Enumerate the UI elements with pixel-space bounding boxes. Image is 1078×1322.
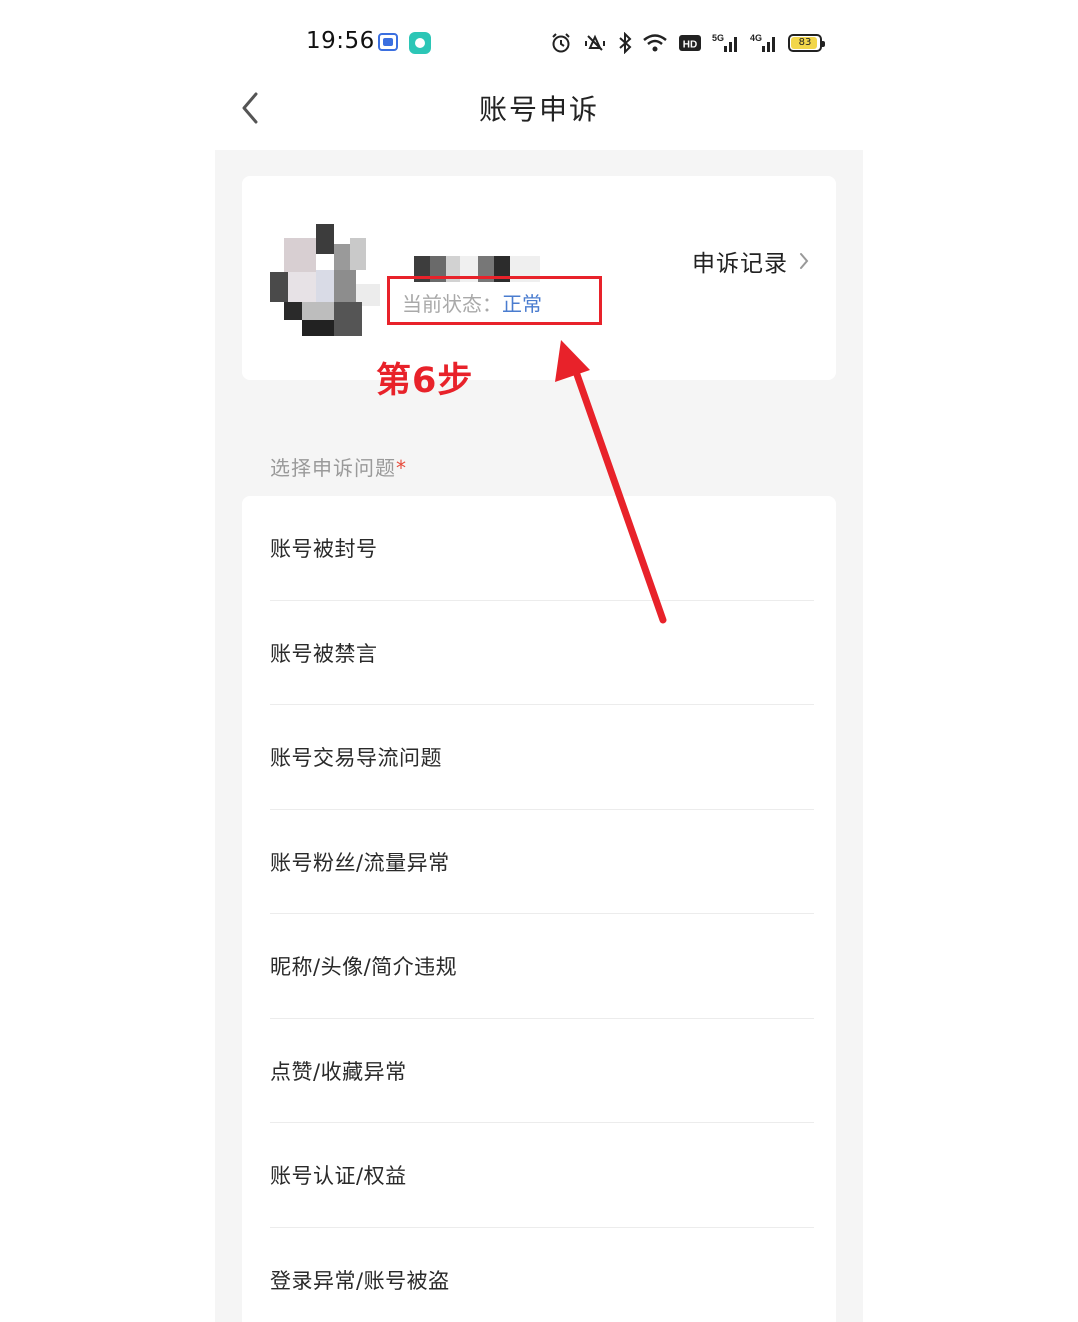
issue-option-trade-diversion[interactable]: 账号交易导流问题 <box>242 705 836 810</box>
section-label-text: 选择申诉问题 <box>270 456 396 480</box>
issue-list: 账号被封号 账号被禁言 账号交易导流问题 账号粉丝/流量异常 昵称/头像/简介违… <box>242 496 836 1322</box>
status-icons: HD 5G 4G 83 <box>550 30 825 56</box>
section-label: 选择申诉问题* <box>270 452 407 481</box>
hd-icon: HD <box>679 35 701 51</box>
wifi-icon <box>643 34 667 52</box>
signal-label-4g: 4G <box>750 33 762 43</box>
issue-label: 账号粉丝/流量异常 <box>270 850 450 875</box>
appeal-records-label: 申诉记录 <box>692 251 788 277</box>
issue-option-traffic-abnormal[interactable]: 账号粉丝/流量异常 <box>242 810 836 915</box>
appeal-records-link[interactable]: 申诉记录 <box>692 244 810 278</box>
avatar[interactable] <box>270 224 382 336</box>
issue-label: 登录异常/账号被盗 <box>270 1268 450 1293</box>
vibrate-icon <box>585 34 605 51</box>
content-panel: 当前状态：正常 申诉记录 选择申诉问题* 账号被封号 账号被禁言 账号交易导流问… <box>215 150 863 1322</box>
issue-label: 账号被封号 <box>270 537 378 562</box>
issue-label: 账号认证/权益 <box>270 1164 407 1189</box>
chevron-right-icon <box>800 253 809 269</box>
app-icon <box>378 33 398 51</box>
issue-label: 昵称/头像/简介违规 <box>270 955 458 980</box>
alarm-icon <box>552 33 570 53</box>
status-bar: 19:56 HD 5G 4G 83 <box>0 0 1078 86</box>
annotation-highlight-box <box>387 276 602 325</box>
issue-option-verification[interactable]: 账号认证/权益 <box>242 1123 836 1228</box>
battery-icon: 83 <box>788 34 825 52</box>
required-mark: * <box>396 456 407 480</box>
4g-signal-icon: 4G <box>750 33 775 52</box>
issue-option-login-stolen[interactable]: 登录异常/账号被盗 <box>242 1228 836 1322</box>
issue-label: 账号被禁言 <box>270 641 378 666</box>
issue-option-banned[interactable]: 账号被封号 <box>242 496 836 601</box>
status-time: 19:56 <box>306 28 375 54</box>
page-title: 账号申诉 <box>478 93 599 126</box>
annotation-step-label: 第6步 <box>376 361 474 401</box>
app-icon <box>409 32 431 54</box>
screen: 19:56 HD 5G 4G 83 账号申诉 当前状态：正常 申诉记录 选择申诉… <box>0 0 1078 1322</box>
bluetooth-icon <box>619 32 632 54</box>
issue-option-muted[interactable]: 账号被禁言 <box>242 601 836 706</box>
5g-signal-icon: 5G <box>712 33 737 52</box>
signal-label-5g: 5G <box>712 33 724 43</box>
battery-level: 83 <box>798 37 812 48</box>
issue-option-likes-abnormal[interactable]: 点赞/收藏异常 <box>242 1019 836 1124</box>
issue-label: 账号交易导流问题 <box>270 746 442 771</box>
hd-label: HD <box>683 40 697 51</box>
issue-label: 点赞/收藏异常 <box>270 1059 407 1084</box>
issue-option-profile-violation[interactable]: 昵称/头像/简介违规 <box>242 914 836 1019</box>
